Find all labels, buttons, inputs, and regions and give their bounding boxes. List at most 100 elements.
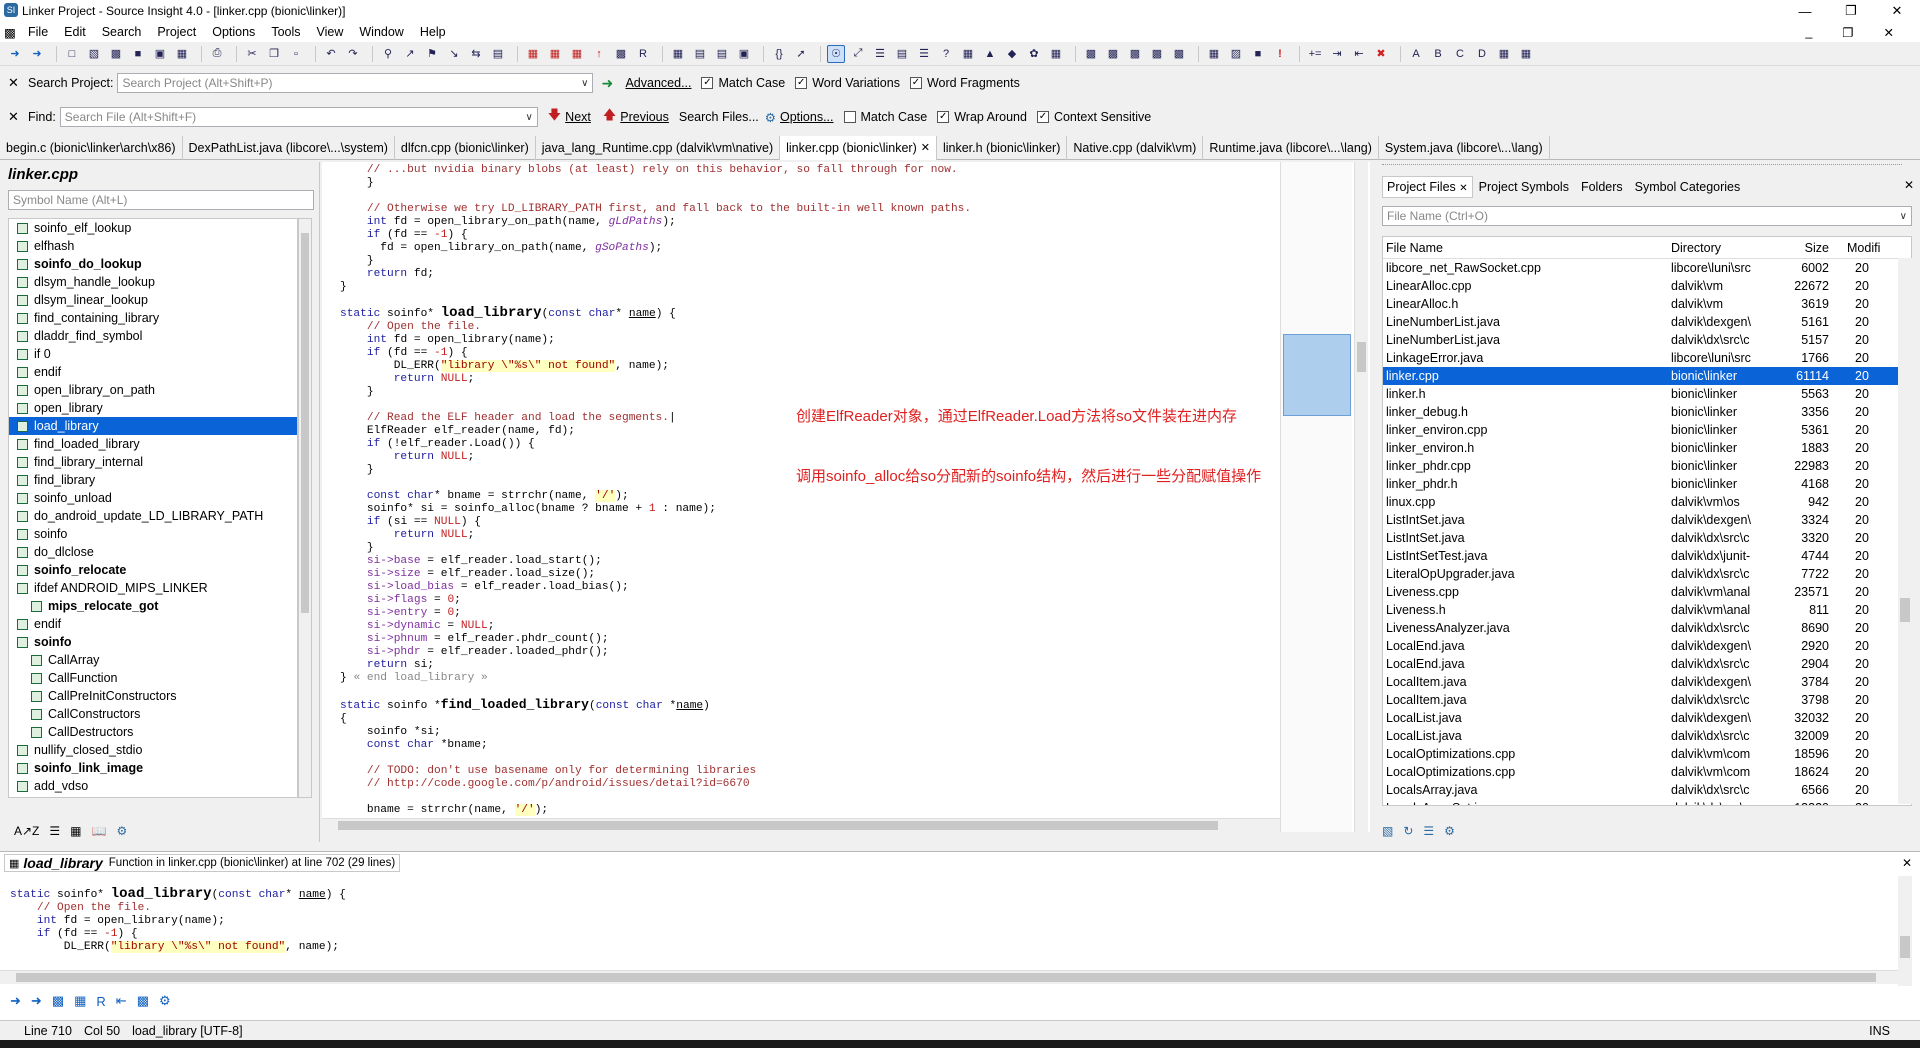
close-tab-icon[interactable]: ✕ bbox=[1459, 183, 1467, 194]
context-sensitive-checkbox[interactable]: ✓ Context Sensitive bbox=[1036, 110, 1151, 124]
table-row[interactable]: ListIntSet.java dalvik\dexgen\ 3324 20 bbox=[1383, 511, 1911, 529]
table-row[interactable]: LineNumberList.java dalvik\dexgen\ 5161 20 bbox=[1383, 313, 1911, 331]
context-back-icon[interactable]: ➜ bbox=[10, 993, 21, 1009]
symbol-item[interactable]: CallPreInitConstructors bbox=[9, 687, 297, 705]
symbol-item[interactable]: soinfo_do_lookup bbox=[9, 255, 297, 273]
table-row[interactable]: LiteralOpUpgrader.java dalvik\dx\src\c 772… bbox=[1383, 565, 1911, 583]
symbol-item[interactable]: load_library bbox=[9, 417, 297, 435]
table-row[interactable]: linker.h bionic\linker 5563 20 bbox=[1383, 385, 1911, 403]
table-row[interactable]: libcore_net_RawSocket.cpp libcore\luni\sr… bbox=[1383, 259, 1911, 277]
menu-search[interactable]: Search bbox=[94, 25, 150, 39]
symbol-list-scrollbar[interactable] bbox=[298, 218, 312, 798]
word-variations-checkbox[interactable]: ✓ Word Variations bbox=[795, 76, 900, 90]
refresh-icon[interactable]: ↻ bbox=[1403, 824, 1413, 838]
symbol-item[interactable]: if 0 bbox=[9, 345, 297, 363]
font-a-icon[interactable]: A bbox=[1407, 45, 1425, 63]
font-f-icon[interactable]: ▦ bbox=[1517, 45, 1535, 63]
symbol-item[interactable]: soinfo bbox=[9, 633, 297, 651]
menu-project[interactable]: Project bbox=[149, 25, 204, 39]
code-editor[interactable]: // ...but nvidia binary blobs (at least)… bbox=[322, 162, 1370, 832]
undo-icon[interactable]: ↶ bbox=[322, 45, 340, 63]
panel-4-icon[interactable]: ▩ bbox=[1148, 45, 1166, 63]
chevron-down-icon[interactable]: ∨ bbox=[581, 78, 588, 89]
symbol-item[interactable]: ifdef ANDROID_MIPS_LINKER bbox=[9, 579, 297, 597]
symbol-item[interactable]: find_loaded_library bbox=[9, 435, 297, 453]
tool-1-icon[interactable]: ▦ bbox=[1205, 45, 1223, 63]
symbol-item[interactable]: do_android_update_LD_LIBRARY_PATH bbox=[9, 507, 297, 525]
mdi-restore-button[interactable]: ❐ bbox=[1834, 25, 1861, 40]
warning-icon[interactable]: ! bbox=[1271, 45, 1289, 63]
previous-button[interactable]: Previous bbox=[620, 110, 669, 124]
symbol-item[interactable]: dladdr_find_symbol bbox=[9, 327, 297, 345]
settings-gear-icon[interactable]: ⚙ bbox=[116, 824, 127, 838]
layout-4-icon[interactable]: ▣ bbox=[735, 45, 753, 63]
jump-icon[interactable]: ↗ bbox=[401, 45, 419, 63]
symbol-item[interactable]: do_dlclose bbox=[9, 543, 297, 561]
book-icon[interactable]: 📖 bbox=[92, 824, 107, 838]
table-row[interactable]: ListIntSet.java dalvik\dx\src\c 3320 20 bbox=[1383, 529, 1911, 547]
settings-gear-icon[interactable]: ⚙ bbox=[1444, 824, 1455, 838]
table-row[interactable]: LivenessAnalyzer.java dalvik\dx\src\c 8690… bbox=[1383, 619, 1911, 637]
close-file-icon[interactable]: ▦ bbox=[173, 45, 191, 63]
close-panel-icon[interactable]: ✕ bbox=[1904, 178, 1914, 192]
table-row[interactable]: linux.cpp dalvik\vm\os 942 20 bbox=[1383, 493, 1911, 511]
context-horizontal-scrollbar[interactable] bbox=[0, 970, 1904, 984]
chevron-down-icon[interactable]: ∨ bbox=[525, 112, 532, 123]
run-icon[interactable]: ▦ bbox=[568, 45, 586, 63]
symbol-item[interactable]: endif bbox=[9, 363, 297, 381]
menu-help[interactable]: Help bbox=[412, 25, 454, 39]
symbol-item[interactable]: soinfo_unload bbox=[9, 489, 297, 507]
close-find-icon[interactable]: ✕ bbox=[8, 109, 24, 125]
layout-1-icon[interactable]: ▦ bbox=[669, 45, 687, 63]
menu-options[interactable]: Options bbox=[204, 25, 263, 39]
table-row[interactable]: LocalEnd.java dalvik\dx\src\c 2904 20 bbox=[1383, 655, 1911, 673]
file-name-input[interactable]: File Name (Ctrl+O) ∨ bbox=[1382, 206, 1912, 226]
table-row[interactable]: LocalItem.java dalvik\dexgen\ 3784 20 bbox=[1383, 673, 1911, 691]
panel-2-icon[interactable]: ▩ bbox=[1104, 45, 1122, 63]
symbol-name-input[interactable]: Symbol Name (Alt+L) bbox=[8, 190, 314, 210]
symbol-item[interactable]: mips_relocate_got bbox=[9, 597, 297, 615]
symbol-item[interactable]: find_library_internal bbox=[9, 453, 297, 471]
new-file-icon[interactable]: □ bbox=[63, 45, 81, 63]
class-tree-icon[interactable]: ▲ bbox=[981, 45, 999, 63]
code-overview-minimap[interactable] bbox=[1280, 162, 1352, 832]
chevron-down-icon[interactable]: ∨ bbox=[1900, 211, 1907, 222]
pointer-icon[interactable]: ➚ bbox=[792, 45, 810, 63]
menu-edit[interactable]: Edit bbox=[56, 25, 94, 39]
resize-icon[interactable]: ⤢ bbox=[849, 45, 867, 63]
save-icon[interactable]: ■ bbox=[129, 45, 147, 63]
editor-horizontal-scrollbar[interactable] bbox=[322, 818, 1280, 832]
symbol-item[interactable]: add_vdso bbox=[9, 777, 297, 795]
symbol-item[interactable]: CallConstructors bbox=[9, 705, 297, 723]
table-row[interactable]: LineNumberList.java dalvik\dx\src\c 5157 20 bbox=[1383, 331, 1911, 349]
close-search-project-icon[interactable]: ✕ bbox=[8, 75, 24, 91]
table-row[interactable]: LocalEnd.java dalvik\dexgen\ 2920 20 bbox=[1383, 637, 1911, 655]
symbol-item[interactable]: dlsym_handle_lookup bbox=[9, 273, 297, 291]
redo-icon[interactable]: ↷ bbox=[344, 45, 362, 63]
context-icon[interactable]: ◆ bbox=[1003, 45, 1021, 63]
tab-linker-h[interactable]: linker.h (bionic\linker) bbox=[937, 135, 1068, 160]
table-row[interactable]: LocalOptimizations.cpp dalvik\vm\com 18624… bbox=[1383, 763, 1911, 781]
copy-icon[interactable]: ❐ bbox=[265, 45, 283, 63]
table-row[interactable]: LinearAlloc.h dalvik\vm 3619 20 bbox=[1383, 295, 1911, 313]
search-project-input[interactable]: Search Project (Alt+Shift+P) ∨ bbox=[117, 73, 594, 93]
context-copy-icon[interactable]: ▩ bbox=[137, 993, 149, 1009]
tab-dlfcn-cpp[interactable]: dlfcn.cpp (bionic\linker) bbox=[395, 135, 536, 160]
tab-system-java[interactable]: System.java (libcore\...\lang) bbox=[1379, 135, 1550, 160]
table-row[interactable]: ListIntSetTest.java dalvik\dx\junit- 4744 2… bbox=[1383, 547, 1911, 565]
tool-2-icon[interactable]: ▨ bbox=[1227, 45, 1245, 63]
symbol-item[interactable]: open_library bbox=[9, 399, 297, 417]
maximize-button[interactable]: ❐ bbox=[1828, 0, 1874, 22]
tab-project-symbols[interactable]: Project Symbols bbox=[1473, 177, 1575, 197]
table-row[interactable]: LinearAlloc.cpp dalvik\vm 22672 20 bbox=[1383, 277, 1911, 295]
column-size[interactable]: Size bbox=[1761, 241, 1835, 255]
match-case-checkbox[interactable]: ✓ Match Case bbox=[701, 76, 785, 90]
list-icon[interactable]: ☰ bbox=[915, 45, 933, 63]
tool-3-icon[interactable]: ■ bbox=[1249, 45, 1267, 63]
outdent-icon[interactable]: ⇥ bbox=[1328, 45, 1346, 63]
tab-java-lang-runtime-cpp[interactable]: java_lang_Runtime.cpp (dalvik\vm\native) bbox=[536, 135, 781, 160]
debug-icon[interactable]: ↑ bbox=[590, 45, 608, 63]
close-window-button[interactable]: ✕ bbox=[1874, 0, 1920, 22]
symbol-item[interactable]: soinfo_link_image bbox=[9, 759, 297, 777]
build-icon[interactable]: ▦ bbox=[524, 45, 542, 63]
